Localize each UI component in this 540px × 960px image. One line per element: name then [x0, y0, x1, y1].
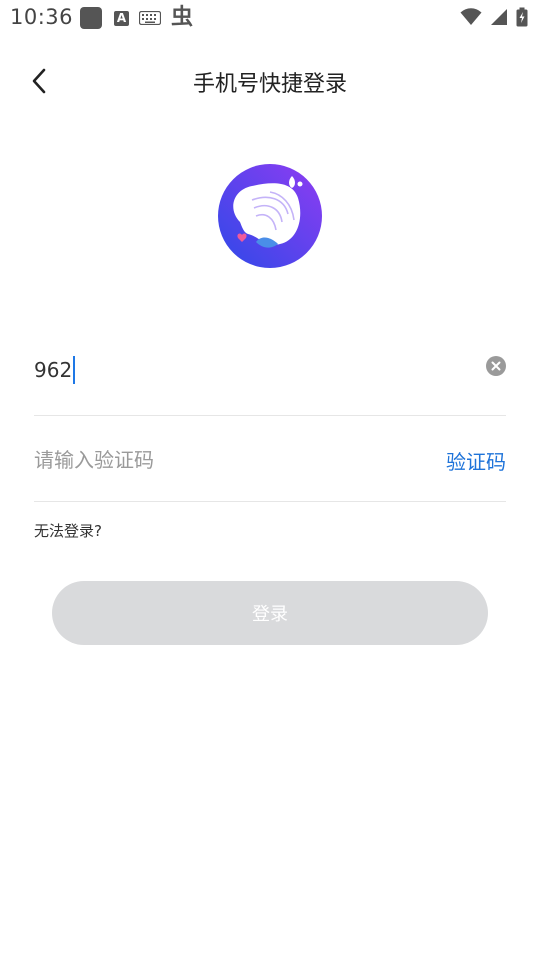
app-square-icon	[80, 7, 102, 29]
notification-icons: A 虫	[80, 7, 193, 29]
clear-phone-button[interactable]	[486, 356, 506, 376]
keyboard-icon	[139, 11, 161, 25]
phone-input[interactable]: 962	[34, 356, 76, 384]
system-icons	[460, 7, 528, 27]
clear-circle-icon	[491, 361, 501, 371]
page-title: 手机号快捷登录	[192, 72, 347, 97]
get-code-button[interactable]: 验证码	[446, 446, 506, 475]
header: 手机号快捷登录	[0, 52, 540, 110]
status-bar: 10:36 A 虫	[0, 0, 540, 36]
cannot-login-link[interactable]: 无法登录?	[34, 520, 102, 541]
text-caret	[73, 356, 76, 384]
code-divider	[34, 501, 506, 502]
cell-signal-icon	[491, 9, 507, 25]
phone-value-text: 962	[34, 358, 73, 382]
bug-icon: 虫	[171, 5, 194, 30]
code-input[interactable]	[34, 444, 414, 476]
wifi-icon	[460, 8, 482, 25]
app-logo	[218, 164, 322, 268]
phone-divider	[34, 415, 506, 416]
phone-field[interactable]: 962	[34, 336, 506, 396]
code-field[interactable]: 验证码	[34, 432, 506, 488]
status-time: 10:36	[10, 5, 74, 29]
login-button[interactable]: 登录	[52, 581, 488, 645]
battery-charging-icon	[516, 7, 528, 27]
font-a-icon: A	[114, 10, 129, 26]
